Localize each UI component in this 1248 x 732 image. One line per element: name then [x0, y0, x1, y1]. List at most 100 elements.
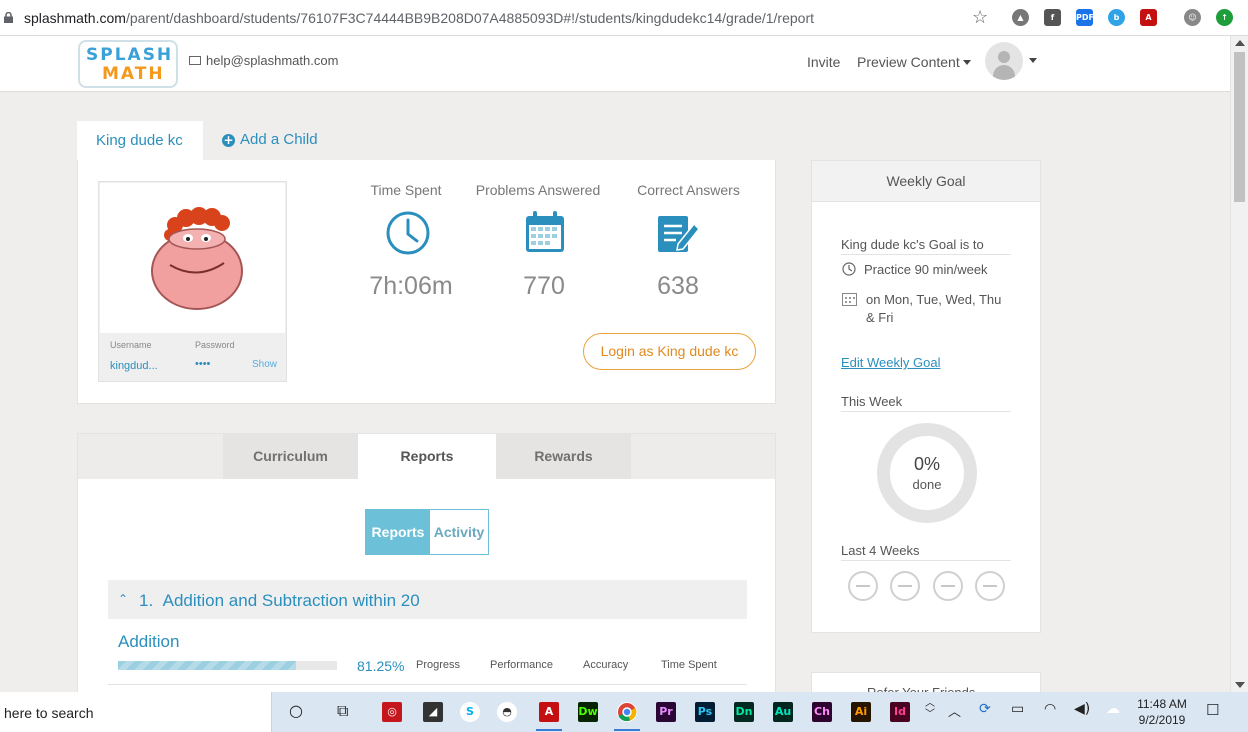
dreamweaver-icon[interactable]: Dw	[578, 702, 598, 722]
show-hidden-icons-chevron-icon[interactable]: ︿	[948, 701, 961, 720]
sync-icon[interactable]: ⟳	[979, 701, 991, 717]
weekly-goal-title: Weekly Goal	[812, 161, 1040, 202]
avatar-menu-chevron-icon[interactable]	[1029, 58, 1037, 63]
wifi-icon[interactable]: ◠	[1044, 701, 1056, 717]
task-view-icon[interactable]: ⧉	[337, 701, 348, 721]
clock-time: 11:48 AM	[1137, 697, 1187, 711]
photoshop-icon[interactable]: Ps	[695, 702, 715, 722]
illustrator-icon[interactable]: Ai	[851, 702, 871, 722]
done-label: done	[912, 477, 942, 492]
taskbar-search-box[interactable]: here to search	[0, 692, 272, 732]
dimension-icon[interactable]: Dn	[734, 702, 754, 722]
clock-date: 9/2/2019	[1138, 713, 1186, 727]
section-title: 1. Addition and Subtraction within 20	[139, 591, 420, 610]
week-1-status-icon	[848, 571, 878, 601]
column-progress: Progress	[416, 659, 461, 671]
page-scrollbar[interactable]	[1230, 36, 1248, 692]
week-3-status-icon	[933, 571, 963, 601]
time-spent-value: 7h:06m	[369, 272, 453, 300]
problems-answered-value: 770	[523, 272, 565, 300]
goal-intro-text: King dude kc's Goal is to	[841, 237, 984, 252]
correct-answers-value: 638	[657, 272, 699, 300]
notes-app-icon[interactable]: ◢	[423, 702, 443, 722]
calendar-icon	[526, 211, 564, 252]
chevron-down-icon	[962, 60, 971, 65]
toggle-reports-button[interactable]: Reports	[366, 510, 430, 554]
tab-curriculum[interactable]: Curriculum	[223, 434, 358, 479]
taskbar-clock[interactable]: 11:48 AM 9/2/2019	[1136, 696, 1188, 728]
notepad-pencil-icon	[658, 216, 700, 252]
user-avatar[interactable]	[985, 42, 1023, 80]
acrobat-extension-icon[interactable]: A	[1140, 9, 1157, 26]
column-accuracy: Accuracy	[583, 659, 629, 671]
envelope-icon	[189, 56, 201, 65]
preview-content-dropdown[interactable]: Preview Content	[857, 54, 971, 70]
scroll-up-arrow-icon[interactable]	[1235, 40, 1245, 46]
avatar-picture-box: Username kingdud... Password •••• Show	[98, 181, 287, 382]
clock-icon	[386, 211, 430, 255]
notifications-icon[interactable]: ☐	[1206, 701, 1219, 719]
tab-rewards[interactable]: Rewards	[496, 434, 631, 479]
column-performance: Performance	[490, 659, 553, 671]
scroll-down-arrow-icon[interactable]	[1235, 682, 1245, 688]
cortana-icon[interactable]: ○	[289, 701, 303, 720]
username-value: kingdud...	[110, 360, 158, 372]
url-field[interactable]: splashmath.com/parent/dashboard/students…	[24, 10, 814, 26]
reports-activity-toggle: Reports Activity	[365, 509, 489, 555]
calendar-small-icon	[842, 293, 857, 306]
skill-progress-fill	[118, 661, 296, 670]
monster-avatar-image	[151, 207, 243, 310]
volume-icon[interactable]: ◀)	[1074, 701, 1090, 717]
help-email-link[interactable]: help@splashmath.com	[189, 53, 338, 68]
onedrive-cloud-icon[interactable]: ☁	[1106, 701, 1120, 717]
tab-reports[interactable]: Reports	[358, 434, 496, 479]
login-as-child-button[interactable]: Login as King dude kc	[583, 333, 756, 370]
invite-link[interactable]: Invite	[807, 54, 840, 70]
bookmark-star-icon[interactable]: ☆	[972, 7, 988, 28]
drive-extension-icon[interactable]: ▲	[1012, 9, 1029, 26]
creative-cloud-icon[interactable]: ◎	[382, 702, 402, 722]
chevron-up-icon[interactable]: ⌃	[118, 592, 128, 606]
username-label: Username	[110, 340, 152, 350]
character-animator-icon[interactable]: Ch	[812, 702, 832, 722]
section-header[interactable]: ⌃ 1. Addition and Subtraction within 20	[108, 580, 747, 619]
goal-days-text: on Mon, Tue, Wed, Thu	[866, 292, 1002, 307]
skill-progress-percent: 81.25%	[357, 658, 405, 674]
profile-extension-icon[interactable]: ☺	[1184, 9, 1201, 26]
b-extension-icon[interactable]: b	[1108, 9, 1125, 26]
update-extension-icon[interactable]: ↑	[1216, 9, 1233, 26]
skype-icon[interactable]: S	[460, 702, 480, 722]
weekly-progress-donut: 0% done	[877, 423, 977, 523]
photos-app-icon[interactable]: ◓	[497, 702, 517, 722]
child-tab-king-dude-kc[interactable]: King dude kc	[77, 121, 203, 161]
skill-progress-bar	[118, 661, 337, 670]
lock-icon	[4, 12, 13, 23]
show-password-link[interactable]: Show	[252, 359, 277, 370]
toggle-activity-button[interactable]: Activity	[430, 510, 488, 554]
taskbar-scroll-arrows-icon[interactable]: ︿ ﹀	[925, 698, 935, 720]
goal-practice-text: Practice 90 min/week	[864, 262, 988, 277]
windows-taskbar: here to search ○ ⧉ ◎ ◢ S ◓ A Dw Pr Ps Dn…	[0, 692, 1248, 732]
audition-icon[interactable]: Au	[773, 702, 793, 722]
chrome-icon[interactable]	[617, 702, 637, 722]
skill-name[interactable]: Addition	[118, 632, 179, 652]
logo-text-top: SPLASH	[86, 45, 174, 65]
student-profile-card: Username kingdud... Password •••• Show T…	[77, 160, 776, 404]
battery-icon[interactable]: ▭	[1011, 701, 1024, 717]
add-child-link[interactable]: + Add a Child	[222, 131, 318, 148]
scroll-thumb[interactable]	[1234, 52, 1245, 202]
pdf-extension-icon[interactable]: PDF	[1076, 9, 1094, 26]
plus-circle-icon: +	[222, 133, 235, 147]
clock-small-icon	[842, 262, 856, 276]
time-spent-label: Time Spent	[370, 182, 442, 198]
premiere-icon[interactable]: Pr	[656, 702, 676, 722]
acrobat-taskbar-icon[interactable]: A	[539, 702, 559, 722]
problems-answered-label: Problems Answered	[475, 182, 601, 198]
indesign-icon[interactable]: Id	[890, 702, 910, 722]
report-tabs: Curriculum Reports Rewards	[78, 434, 775, 479]
edit-weekly-goal-link[interactable]: Edit Weekly Goal	[841, 355, 940, 370]
site-header: SPLASH MATH help@splashmath.com Invite P…	[0, 36, 1230, 92]
splashmath-logo[interactable]: SPLASH MATH	[78, 40, 178, 88]
browser-address-bar: splashmath.com/parent/dashboard/students…	[0, 0, 1248, 36]
facebook-extension-icon[interactable]: f	[1044, 9, 1061, 26]
